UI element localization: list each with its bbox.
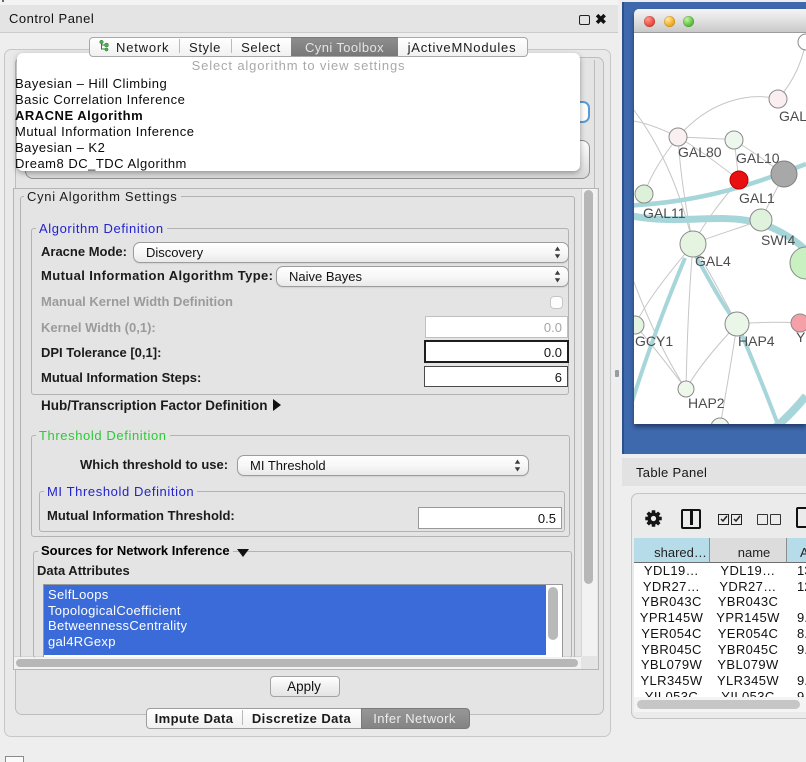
- svg-text:GAL1: GAL1: [739, 190, 775, 206]
- svg-text:HAP2: HAP2: [688, 395, 725, 411]
- svg-text:GCY1: GCY1: [635, 333, 673, 349]
- svg-text:SWI4: SWI4: [761, 232, 795, 248]
- svg-text:Y: Y: [796, 329, 806, 345]
- svg-text:GAL11: GAL11: [643, 205, 686, 221]
- svg-text:GAL: GAL: [779, 108, 806, 124]
- svg-text:GAL4: GAL4: [695, 253, 731, 269]
- svg-text:GAL10: GAL10: [736, 150, 780, 166]
- svg-text:HAP4: HAP4: [738, 333, 775, 349]
- svg-text:GAL80: GAL80: [678, 144, 722, 160]
